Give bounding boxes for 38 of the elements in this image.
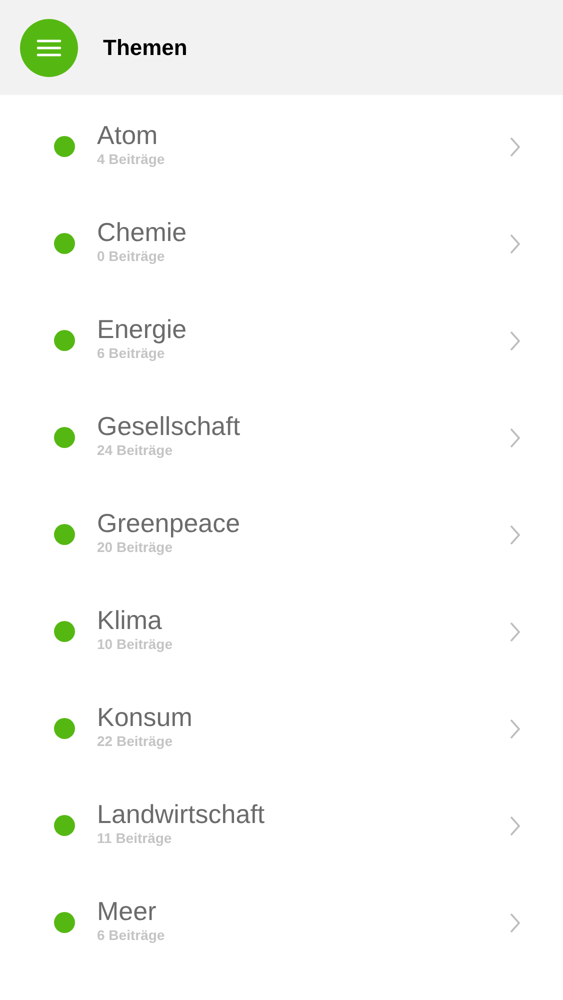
topic-title: Meer [97, 896, 158, 926]
post-count: 22 Beiträge [97, 732, 174, 750]
topic-title: Gesellschaft [97, 410, 242, 440]
topic-row[interactable]: Klima 10 Beiträge [0, 580, 563, 677]
chevron-right-icon [509, 620, 521, 642]
topic-title: Atom [97, 120, 159, 150]
chevron-right-icon [509, 136, 521, 158]
post-count: 0 Beiträge [97, 246, 166, 264]
topic-row[interactable]: Greenpeace 20 Beiträge [0, 483, 563, 580]
topic-title: Klima [97, 604, 164, 634]
chevron-right-icon [509, 232, 521, 254]
topic-row[interactable]: Energie 6 Beiträge [0, 289, 563, 386]
chevron-right-icon [509, 426, 521, 448]
post-count: 6 Beiträge [97, 344, 166, 362]
topic-row[interactable]: Konsum 22 Beiträge [0, 677, 563, 774]
menu-icon [37, 38, 61, 56]
page-title: Themen [103, 34, 188, 62]
chevron-right-icon [509, 330, 521, 352]
topic-row[interactable]: Landwirtschaft 11 Beiträge [0, 774, 563, 871]
topic-title: Chemie [97, 216, 188, 246]
post-count: 6 Beiträge [97, 926, 166, 944]
topic-row[interactable]: Atom 4 Beiträge [0, 95, 563, 192]
post-count: 24 Beiträge [97, 440, 174, 458]
topic-row[interactable]: Chemie 0 Beiträge [0, 192, 563, 289]
topic-row[interactable]: Gesellschaft 24 Beiträge [0, 386, 563, 483]
chevron-right-icon [509, 718, 521, 740]
post-count: 4 Beiträge [97, 150, 166, 168]
topic-title: Energie [97, 314, 188, 344]
post-count: 10 Beiträge [97, 634, 174, 652]
chevron-right-icon [509, 524, 521, 546]
topic-row[interactable]: Meer 6 Beiträge [0, 871, 563, 968]
topic-title: Landwirtschaft [97, 798, 266, 828]
chevron-right-icon [509, 912, 521, 934]
chevron-right-icon [509, 814, 521, 836]
post-count: 20 Beiträge [97, 538, 174, 556]
topic-title: Greenpeace [97, 508, 242, 538]
post-count: 11 Beiträge [97, 828, 173, 846]
topic-title: Konsum [97, 702, 194, 732]
